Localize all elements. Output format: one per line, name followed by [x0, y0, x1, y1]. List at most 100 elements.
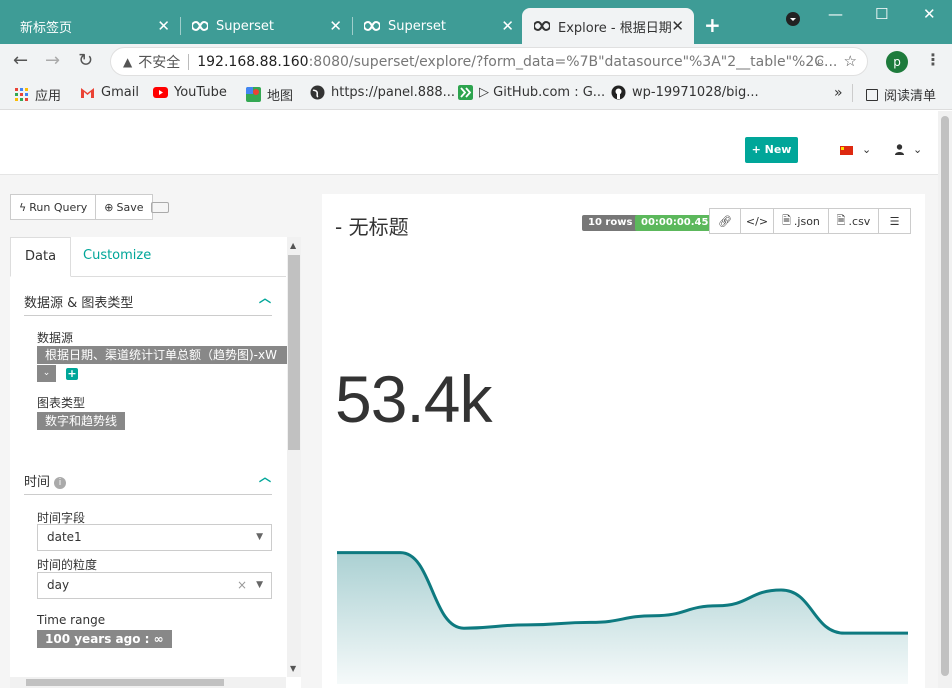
- user-icon[interactable]: [895, 144, 904, 155]
- time-grain-select[interactable]: day × ▼: [37, 572, 272, 599]
- trendline-chart: [336, 551, 908, 684]
- language-flag-icon[interactable]: [840, 146, 853, 155]
- reload-icon[interactable]: ↻: [78, 50, 93, 71]
- browser-tab-newtab[interactable]: 新标签页 ✕: [8, 8, 181, 44]
- control-panel-scrollbar[interactable]: ▲ ▼: [287, 237, 301, 677]
- insecure-label[interactable]: 不安全: [138, 52, 180, 72]
- chevron-up-icon[interactable]: ︿: [259, 289, 271, 306]
- bookmark-label: wp-19971028/big...: [632, 85, 759, 100]
- minimize-icon[interactable]: —: [828, 5, 843, 23]
- chart-actions: 🔗︎ </> 🗎︎ .json 🗎︎ .csv ☰: [709, 208, 911, 234]
- tab-title: 新标签页: [20, 20, 73, 36]
- hamburger-icon: ☰: [889, 214, 900, 228]
- time-range-value[interactable]: 100 years ago : ∞: [37, 630, 172, 648]
- more-actions-button[interactable]: ☰: [879, 208, 911, 234]
- export-json-button[interactable]: 🗎︎ .json: [774, 208, 829, 234]
- tab-data[interactable]: Data: [10, 237, 72, 277]
- bookmarks-bar: 应用 Gmail YouTube 地图 https://panel.888...…: [0, 78, 952, 110]
- more-bookmarks-icon[interactable]: »: [834, 85, 843, 101]
- reading-list[interactable]: 阅读清单: [866, 85, 936, 104]
- scrollbar-thumb[interactable]: [26, 679, 224, 686]
- new-button[interactable]: + New: [745, 137, 798, 163]
- datasource-menu-chevron-icon[interactable]: ⌄: [37, 365, 56, 382]
- browser-tab-explore[interactable]: Explore - 根据日期 ✕: [522, 8, 694, 44]
- scrollbar-thumb[interactable]: [941, 116, 949, 676]
- section-title-datasource[interactable]: 数据源 & 图表类型: [24, 292, 133, 311]
- warning-icon[interactable]: ▲: [123, 55, 132, 69]
- new-tab-button[interactable]: +: [704, 13, 721, 37]
- file-icon: 🗎︎: [836, 213, 846, 227]
- page-scrollbar[interactable]: [938, 111, 952, 688]
- close-tab-icon[interactable]: ✕: [501, 17, 514, 35]
- share-link-button[interactable]: 🔗︎: [709, 208, 741, 234]
- clear-icon[interactable]: ×: [237, 573, 247, 598]
- control-panel: Data Customize 数据源 & 图表类型 ︿ 数据源 根据日期、渠道统…: [10, 237, 301, 688]
- query-timer-badge: 00:00:00.45: [635, 215, 715, 231]
- scrollbar-thumb[interactable]: [288, 255, 300, 450]
- bookmark-youtube[interactable]: YouTube: [153, 85, 227, 100]
- add-datasource-icon[interactable]: +: [66, 368, 78, 380]
- globe-icon: [310, 85, 325, 100]
- browser-tab-superset-1[interactable]: Superset ✕: [180, 8, 353, 44]
- save-button[interactable]: ⊕ Save: [96, 194, 153, 220]
- chevron-down-icon[interactable]: ⌄: [913, 143, 922, 156]
- bookmark-github[interactable]: wp-19971028/big...: [611, 85, 759, 100]
- bookmark-maps[interactable]: 地图: [246, 85, 293, 104]
- close-tab-icon[interactable]: ✕: [671, 17, 684, 35]
- zoom-icon[interactable]: ⌕: [816, 52, 824, 70]
- chart-title[interactable]: - 无标题: [335, 211, 409, 240]
- chrome-menu-icon[interactable]: ⋮: [925, 50, 941, 69]
- code-icon: </>: [745, 214, 769, 228]
- maximize-icon[interactable]: ☐: [875, 5, 888, 23]
- bookmark-label: 地图: [267, 89, 294, 104]
- dropdown-arrow-icon[interactable]: ▼: [256, 525, 263, 550]
- time-column-select[interactable]: date1 ▼: [37, 524, 272, 551]
- profile-avatar[interactable]: p: [886, 51, 908, 73]
- section-divider: [24, 315, 272, 316]
- bookmark-label: 应用: [35, 89, 62, 104]
- plus-circle-icon: ⊕: [104, 200, 114, 214]
- address-bar[interactable]: ▲ 不安全 192.168.88.160 :8080/superset/expl…: [110, 47, 868, 76]
- close-tab-icon[interactable]: ✕: [329, 17, 342, 35]
- embed-code-button[interactable]: </>: [741, 208, 774, 234]
- bookmark-label: YouTube: [174, 85, 227, 100]
- tab-customize[interactable]: Customize: [69, 237, 165, 277]
- close-tab-icon[interactable]: ✕: [157, 17, 170, 35]
- chevron-down-icon[interactable]: ⌄: [862, 143, 871, 156]
- datasource-value[interactable]: 根据日期、渠道统计订单总额（趋势图)-xW: [37, 346, 287, 364]
- info-icon[interactable]: i: [54, 477, 67, 489]
- reading-list-label: 阅读清单: [884, 89, 937, 104]
- close-window-icon[interactable]: ✕: [923, 5, 936, 23]
- browser-tab-bar: 新标签页 ✕ Superset ✕ Superset ✕ Explore - 根…: [0, 0, 952, 44]
- scroll-down-icon[interactable]: ▼: [290, 664, 296, 673]
- scroll-up-icon[interactable]: ▲: [290, 241, 296, 250]
- bookmark-gmail[interactable]: Gmail: [80, 85, 139, 100]
- link-icon: 🔗︎: [718, 214, 732, 228]
- bookmark-github-forward[interactable]: ▷ GitHub.com : G...: [458, 85, 605, 100]
- tab-search-icon[interactable]: [786, 12, 800, 30]
- datasource-label: 数据源: [37, 331, 74, 345]
- bookmark-panel[interactable]: https://panel.888...: [310, 85, 455, 100]
- chart-container: - 无标题 10 rows 00:00:00.45 🔗︎ </> 🗎︎ .jso…: [322, 194, 925, 688]
- export-csv-button[interactable]: 🗎︎ .csv: [829, 208, 879, 234]
- divider: [188, 53, 190, 70]
- section-title-time[interactable]: 时间 i: [24, 471, 67, 490]
- dropdown-arrow-icon[interactable]: ▼: [256, 573, 263, 598]
- browser-tab-superset-2[interactable]: Superset ✕: [352, 8, 524, 44]
- forward-icon[interactable]: →: [45, 50, 60, 71]
- time-column-value: date1: [47, 530, 82, 544]
- tab-title: Explore - 根据日期: [558, 20, 672, 36]
- export-csv-label: .csv: [848, 214, 871, 228]
- superset-page: + New ⌄ ⌄ ϟ Run Query ⊕ Save Data Custom…: [0, 111, 938, 688]
- keyboard-icon[interactable]: [151, 202, 169, 213]
- bookmark-apps[interactable]: 应用: [14, 85, 61, 104]
- bookmark-label: https://panel.888...: [331, 85, 456, 100]
- chart-type-label: 图表类型: [37, 396, 86, 410]
- chevron-up-icon[interactable]: ︿: [259, 468, 271, 485]
- row-count-badge: 10 rows: [582, 215, 639, 231]
- bookmark-star-icon[interactable]: ☆: [844, 52, 857, 70]
- chart-type-value[interactable]: 数字和趋势线: [37, 412, 126, 430]
- run-query-button[interactable]: ϟ Run Query: [10, 194, 97, 220]
- back-icon[interactable]: ←: [13, 50, 28, 71]
- horizontal-scrollbar[interactable]: [10, 677, 286, 688]
